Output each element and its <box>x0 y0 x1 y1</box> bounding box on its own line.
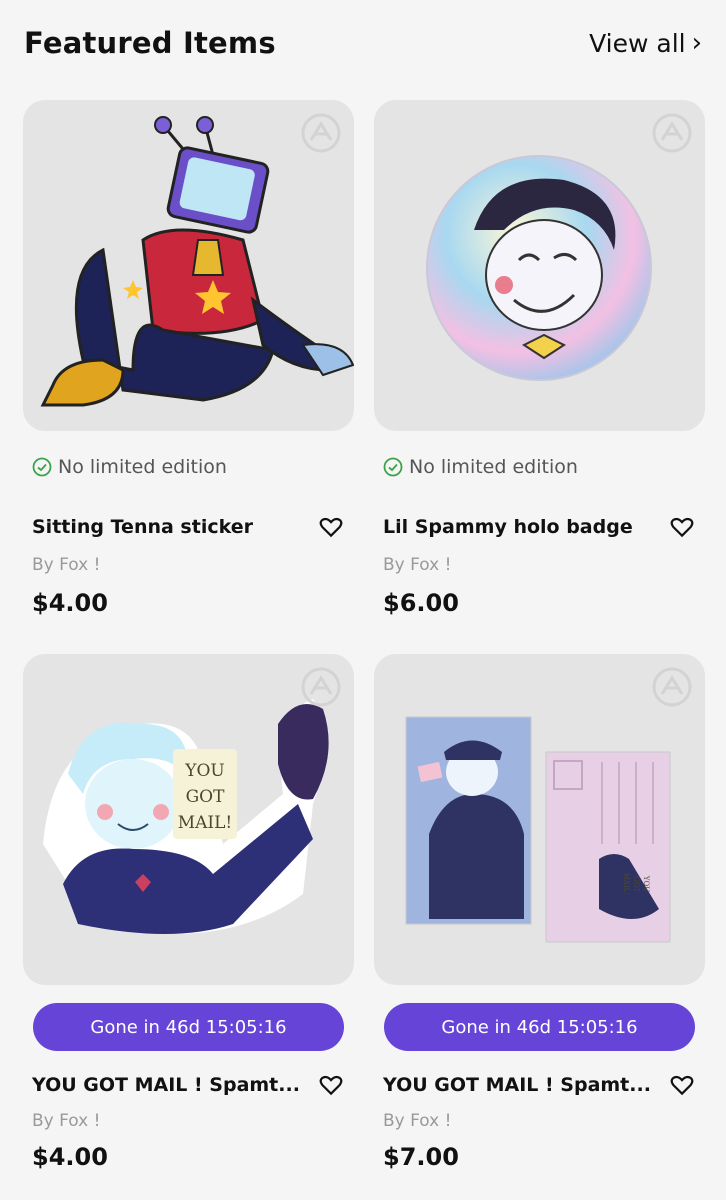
check-circle-icon <box>383 457 403 477</box>
postcard-word-2: GOT <box>632 876 640 892</box>
heart-icon[interactable] <box>318 1072 344 1098</box>
section-header: Featured Items View all › <box>24 18 702 68</box>
watermark-icon <box>652 667 692 707</box>
product-price: $4.00 <box>32 589 108 617</box>
watermark-icon <box>301 113 341 153</box>
postcard-word-1: YOU <box>642 875 650 892</box>
product-title[interactable]: YOU GOT MAIL ! Spamt... <box>383 1074 651 1096</box>
seller-name[interactable]: By Fox ! <box>32 1111 100 1131</box>
title-row: Sitting Tenna sticker <box>32 514 344 540</box>
countdown-button[interactable]: Gone in 46d 15:05:16 <box>384 1003 695 1051</box>
product-card[interactable]: No limited edition Lil Spammy holo badge… <box>374 100 705 630</box>
product-title[interactable]: Sitting Tenna sticker <box>32 516 253 538</box>
seller-name[interactable]: By Fox ! <box>32 555 100 575</box>
title-row: YOU GOT MAIL ! Spamt... <box>383 1072 695 1098</box>
postcard-sign: YOU GOT MAIL! <box>622 873 650 895</box>
product-card[interactable]: YOU GOT MAIL! Gone in 46d 15:05:16 YOU G… <box>374 654 705 1184</box>
badge-label: No limited edition <box>58 456 227 478</box>
title-row: YOU GOT MAIL ! Spamt... <box>32 1072 344 1098</box>
view-all-link[interactable]: View all › <box>589 28 702 58</box>
product-title[interactable]: YOU GOT MAIL ! Spamt... <box>32 1074 300 1096</box>
heart-icon[interactable] <box>669 514 695 540</box>
postcard-word-3: MAIL! <box>622 873 630 895</box>
sign-word-1: YOU <box>184 761 225 781</box>
watermark-icon <box>301 667 341 707</box>
sign-word-3: MAIL! <box>178 813 233 833</box>
seller-name[interactable]: By Fox ! <box>383 1111 451 1131</box>
product-price: $6.00 <box>383 589 459 617</box>
view-all-label: View all <box>589 28 686 58</box>
seller-name[interactable]: By Fox ! <box>383 555 451 575</box>
product-image[interactable]: YOU GOT MAIL! <box>374 654 705 985</box>
heart-icon[interactable] <box>318 514 344 540</box>
countdown-button[interactable]: Gone in 46d 15:05:16 <box>33 1003 344 1051</box>
section-title: Featured Items <box>24 26 276 60</box>
limited-edition-badge: No limited edition <box>383 456 578 478</box>
product-card[interactable]: No limited edition Sitting Tenna sticker… <box>23 100 354 630</box>
heart-icon[interactable] <box>669 1072 695 1098</box>
check-circle-icon <box>32 457 52 477</box>
product-price: $4.00 <box>32 1143 108 1171</box>
badge-label: No limited edition <box>409 456 578 478</box>
limited-edition-badge: No limited edition <box>32 456 227 478</box>
product-image[interactable] <box>23 100 354 431</box>
product-price: $7.00 <box>383 1143 459 1171</box>
title-row: Lil Spammy holo badge <box>383 514 695 540</box>
chevron-right-icon: › <box>691 28 702 58</box>
sign-word-2: GOT <box>186 787 226 807</box>
product-image[interactable]: YOU GOT MAIL! <box>23 654 354 985</box>
product-title[interactable]: Lil Spammy holo badge <box>383 516 633 538</box>
product-image[interactable] <box>374 100 705 431</box>
product-card[interactable]: YOU GOT MAIL! Gone in 46d 15:05:16 YOU G… <box>23 654 354 1184</box>
watermark-icon <box>652 113 692 153</box>
